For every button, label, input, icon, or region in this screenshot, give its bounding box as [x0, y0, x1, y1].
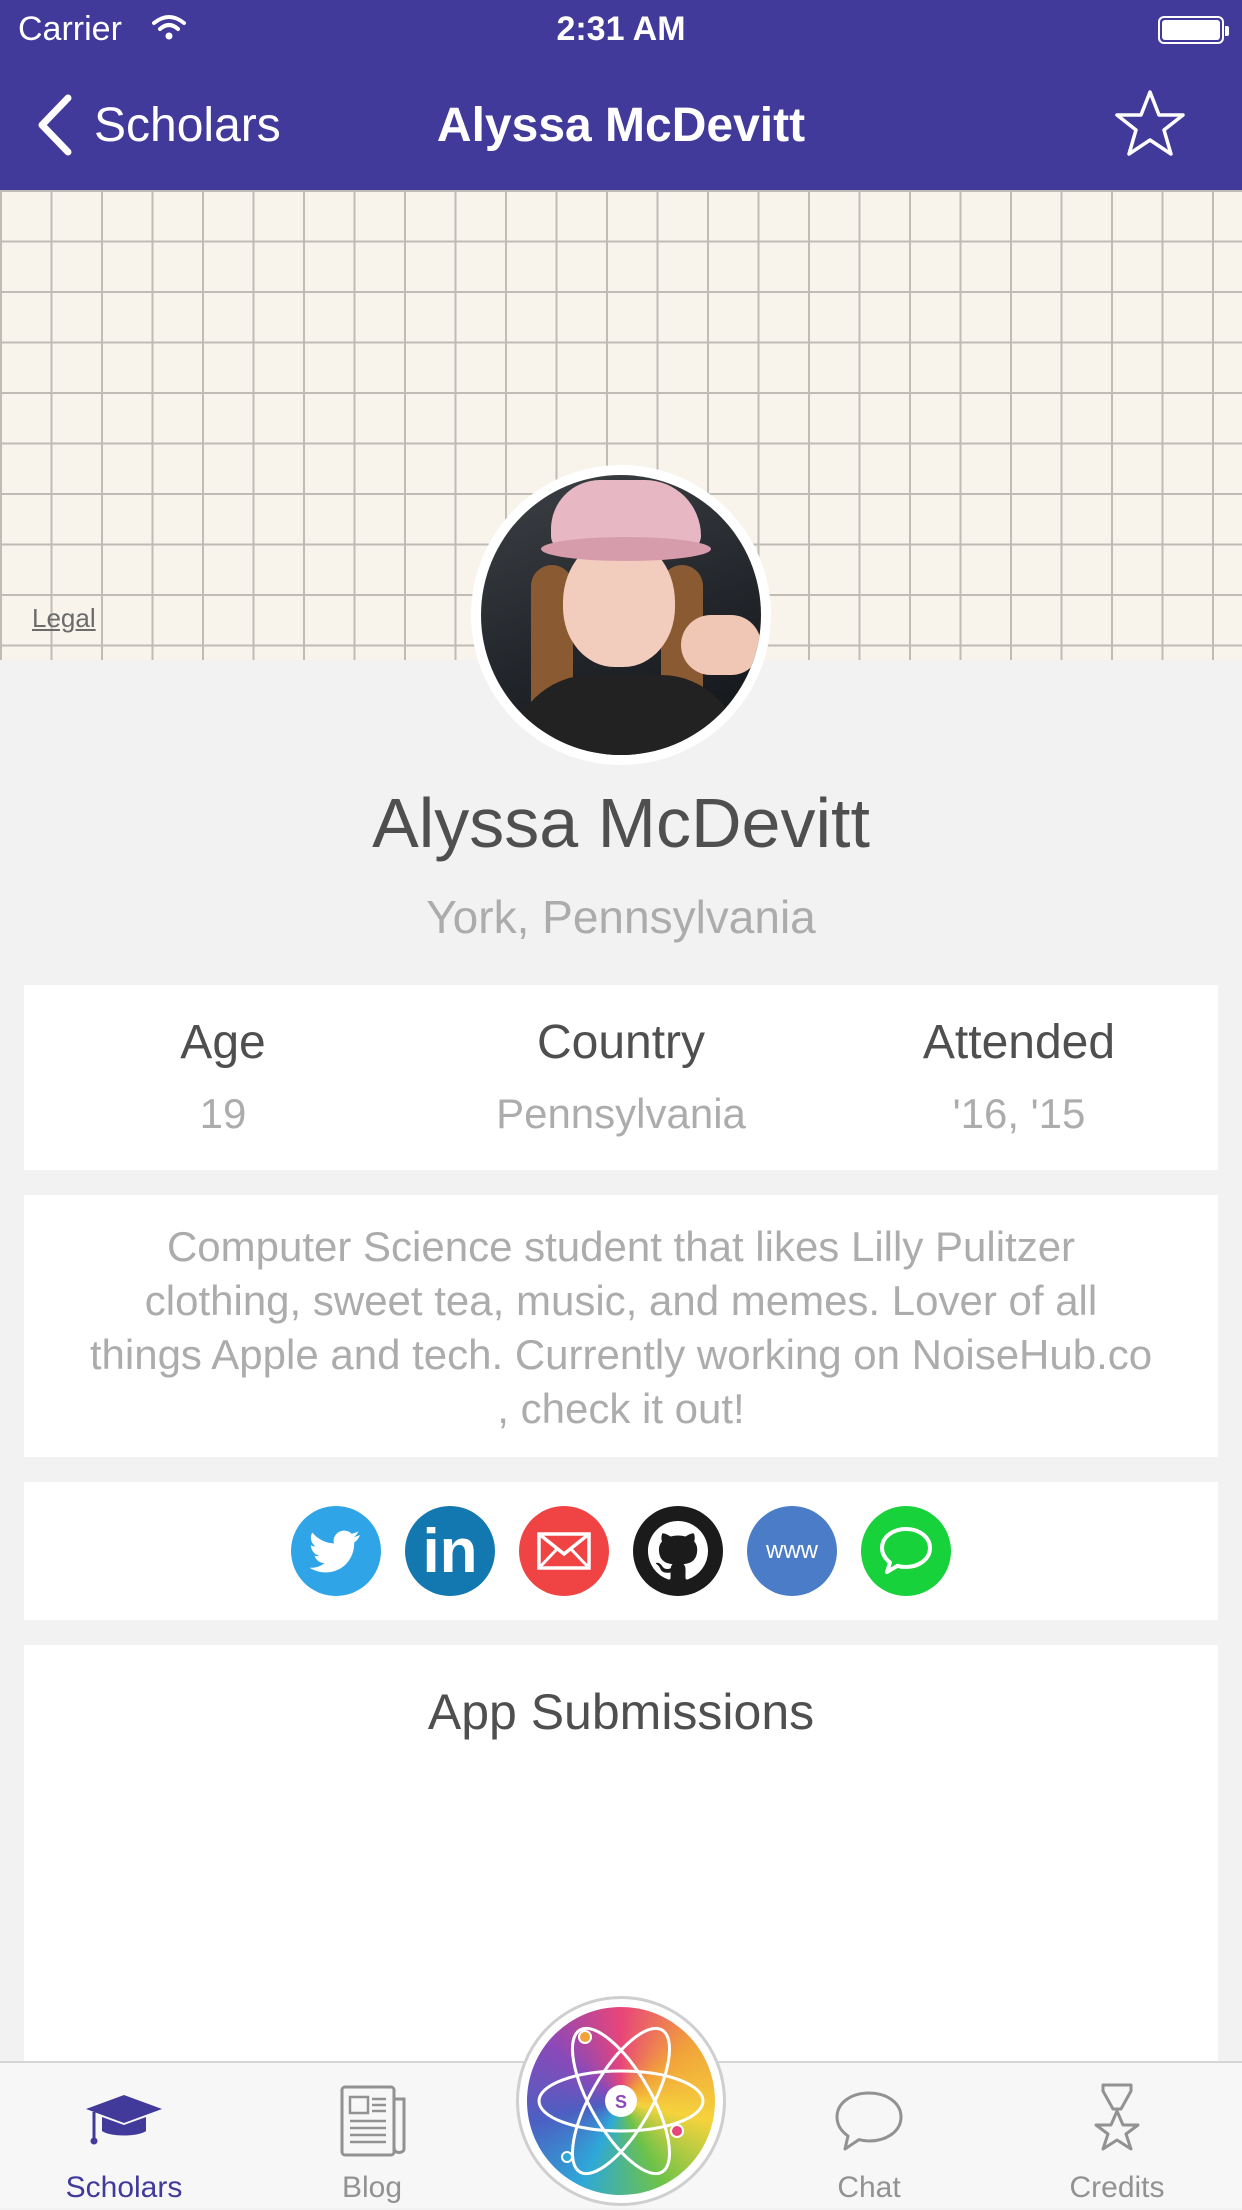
- status-bar: Carrier 2:31 AM: [0, 0, 1242, 60]
- navigation-bar: Scholars Alyssa McDevitt: [0, 60, 1242, 190]
- twitter-button[interactable]: [291, 1506, 381, 1596]
- message-button[interactable]: [861, 1506, 951, 1596]
- stat-value: Pennsylvania: [496, 1090, 746, 1137]
- stat-label: Age: [180, 1016, 266, 1069]
- social-links-card: in www: [24, 1482, 1218, 1620]
- stats-card: Age 19 Country Pennsylvania Attended '16…: [24, 985, 1218, 1170]
- svg-text:S: S: [615, 2092, 627, 2112]
- atom-logo-icon: S: [537, 2026, 705, 2176]
- bio-text: Computer Science student that likes Lill…: [89, 1223, 1153, 1432]
- profile-photo: [481, 475, 761, 755]
- favorite-star-icon[interactable]: [1114, 88, 1186, 160]
- tab-label: Chat: [837, 2171, 901, 2204]
- newspaper-icon: [340, 2085, 406, 2157]
- tab-label: Blog: [341, 2171, 403, 2204]
- email-button[interactable]: [519, 1506, 609, 1596]
- github-button[interactable]: [633, 1506, 723, 1596]
- github-octocat-icon: [648, 1521, 708, 1580]
- linkedin-icon: in: [422, 1516, 478, 1586]
- stat-label: Country: [536, 1016, 706, 1069]
- center-home-button[interactable]: S: [516, 1996, 726, 2206]
- tab-blog[interactable]: Blog: [248, 2063, 496, 2210]
- speech-bubble-icon: [835, 2091, 903, 2151]
- page-title: Alyssa McDevitt: [436, 99, 806, 152]
- clock: 2:31 AM: [556, 10, 686, 48]
- battery-icon: [1158, 16, 1229, 44]
- tab-scholars[interactable]: Scholars: [0, 2063, 248, 2210]
- tab-label: Scholars: [65, 2171, 183, 2204]
- twitter-bird-icon: [310, 1530, 360, 1573]
- bio-card: Computer Science student that likes Lill…: [24, 1195, 1218, 1457]
- app-submissions-title: App Submissions: [427, 1684, 815, 1740]
- stat-value: 19: [199, 1090, 247, 1137]
- award-star-icon: [1094, 2083, 1140, 2151]
- avatar: [471, 465, 771, 765]
- stat-value: '16, '15: [952, 1090, 1086, 1137]
- website-button[interactable]: www: [747, 1506, 837, 1596]
- tab-credits[interactable]: Credits: [993, 2063, 1241, 2210]
- stat-label: Attended: [922, 1016, 1116, 1069]
- scholar-name: Alyssa McDevitt: [372, 784, 870, 862]
- chat-bubble-icon: [880, 1527, 932, 1574]
- www-icon: www: [766, 1537, 818, 1564]
- envelope-icon: [537, 1532, 591, 1570]
- tab-chat[interactable]: Chat: [745, 2063, 993, 2210]
- scholar-location: York, Pennsylvania: [426, 891, 816, 943]
- tab-label: Credits: [1069, 2171, 1165, 2204]
- graduation-cap-icon: [86, 2095, 162, 2145]
- legal-link[interactable]: Legal: [32, 603, 96, 634]
- linkedin-button[interactable]: in: [405, 1506, 495, 1596]
